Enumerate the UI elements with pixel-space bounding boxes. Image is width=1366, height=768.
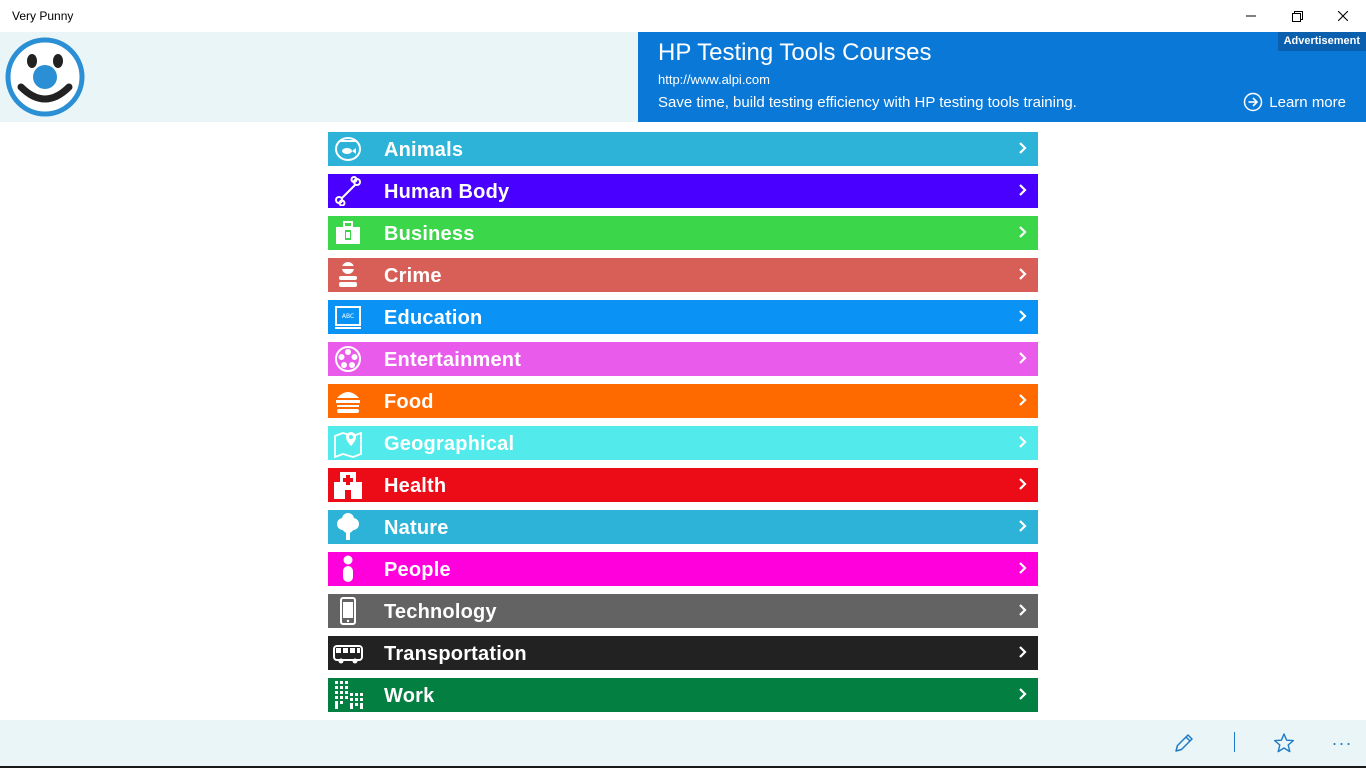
ad-title[interactable]: HP Testing Tools Courses — [658, 39, 931, 67]
category-label: Food — [384, 391, 434, 413]
category-human-body[interactable]: Human Body — [328, 174, 1038, 208]
ad-url[interactable]: http://www.alpi.com — [658, 72, 770, 87]
film-reel-icon — [328, 342, 368, 376]
buildings-icon — [328, 678, 368, 712]
category-label: Human Body — [384, 181, 510, 203]
chevron-right-icon — [1019, 142, 1027, 154]
bottom-app-bar: ··· — [0, 720, 1366, 768]
category-label: Education — [384, 307, 483, 329]
category-animals[interactable]: Animals — [328, 132, 1038, 166]
clown-logo-icon — [5, 37, 85, 117]
chevron-right-icon — [1019, 394, 1027, 406]
category-label: Nature — [384, 517, 449, 539]
advertisement-banner[interactable]: HP Testing Tools Courses http://www.alpi… — [638, 32, 1366, 122]
chevron-right-icon — [1019, 562, 1027, 574]
category-business[interactable]: Business — [328, 216, 1038, 250]
category-education[interactable]: ABC Education — [328, 300, 1038, 334]
category-list: Animals Human Body Business Crime ABC Educati… — [328, 132, 1038, 720]
category-transportation[interactable]: Transportation — [328, 636, 1038, 670]
category-technology[interactable]: Technology — [328, 594, 1038, 628]
learn-more-link[interactable]: Learn more — [1243, 92, 1346, 112]
chevron-right-icon — [1019, 184, 1027, 196]
chevron-right-icon — [1019, 478, 1027, 490]
chevron-right-icon — [1019, 688, 1027, 700]
close-button[interactable] — [1320, 0, 1366, 32]
category-label: People — [384, 559, 451, 581]
category-nature[interactable]: Nature — [328, 510, 1038, 544]
chevron-right-icon — [1019, 436, 1027, 448]
ad-badge: Advertisement — [1277, 32, 1366, 51]
minimize-icon — [1246, 15, 1256, 17]
chevron-right-icon — [1019, 352, 1027, 364]
chevron-right-icon — [1019, 604, 1027, 616]
restore-icon — [1291, 10, 1303, 22]
category-people[interactable]: People — [328, 552, 1038, 586]
more-options-button[interactable]: ··· — [1322, 720, 1362, 766]
hospital-icon — [328, 468, 368, 502]
tree-icon — [328, 510, 368, 544]
category-label: Health — [384, 475, 447, 497]
phone-icon — [328, 594, 368, 628]
category-label: Animals — [384, 139, 464, 161]
category-label: Work — [384, 685, 435, 707]
chevron-right-icon — [1019, 226, 1027, 238]
blackboard-icon: ABC — [328, 300, 368, 334]
window-title: Very Punny — [12, 9, 74, 23]
ad-description: Save time, build testing efficiency with… — [658, 94, 1077, 111]
chevron-right-icon — [1019, 520, 1027, 532]
chevron-right-icon — [1019, 310, 1027, 322]
favorites-button[interactable] — [1264, 720, 1304, 766]
bone-icon — [328, 174, 368, 208]
category-work[interactable]: Work — [328, 678, 1038, 712]
category-label: Transportation — [384, 643, 527, 665]
category-crime[interactable]: Crime — [328, 258, 1038, 292]
briefcase-icon — [328, 216, 368, 250]
burger-icon — [328, 384, 368, 418]
bottom-bar-separator — [1234, 732, 1235, 752]
minimize-button[interactable] — [1228, 0, 1274, 32]
learn-more-label: Learn more — [1269, 93, 1346, 111]
arrow-circle-icon — [1244, 92, 1263, 112]
pencil-icon — [1175, 734, 1193, 752]
close-icon — [1338, 11, 1348, 21]
bus-icon — [328, 636, 368, 670]
category-food[interactable]: Food — [328, 384, 1038, 418]
category-label: Crime — [384, 265, 442, 287]
category-entertainment[interactable]: Entertainment — [328, 342, 1038, 376]
title-bar: Very Punny — [0, 0, 1366, 32]
category-geographical[interactable]: Geographical — [328, 426, 1038, 460]
chevron-right-icon — [1019, 268, 1027, 280]
map-pin-icon — [328, 426, 368, 460]
fishbowl-icon — [328, 132, 368, 166]
chevron-right-icon — [1019, 646, 1027, 658]
category-label: Geographical — [384, 433, 515, 455]
category-label: Business — [384, 223, 475, 245]
robber-icon — [328, 258, 368, 292]
person-icon — [328, 552, 368, 586]
category-label: Entertainment — [384, 349, 522, 371]
svg-text:ABC: ABC — [342, 313, 354, 320]
category-health[interactable]: Health — [328, 468, 1038, 502]
category-label: Technology — [384, 601, 497, 623]
star-icon — [1274, 733, 1294, 753]
edit-button[interactable] — [1164, 720, 1204, 766]
restore-button[interactable] — [1274, 0, 1320, 32]
